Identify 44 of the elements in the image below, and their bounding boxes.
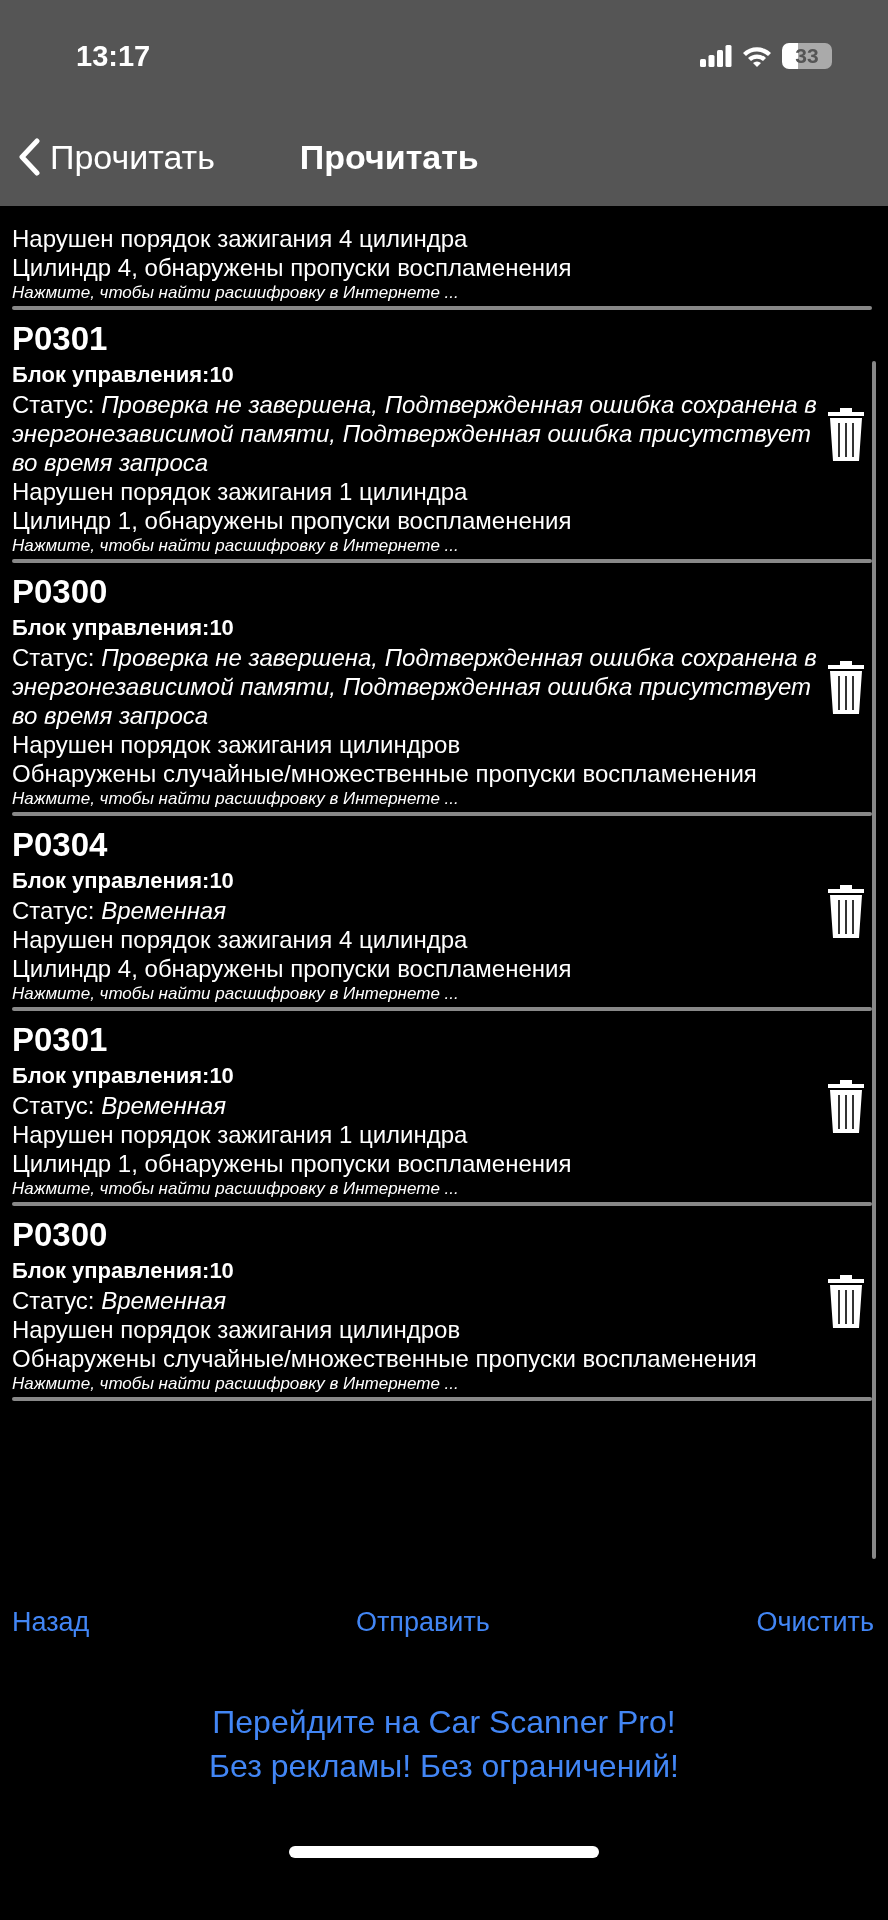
error-code: P0300 [12, 1215, 109, 1255]
error-description: Цилиндр 4, обнаружены пропуски воспламенения [12, 954, 573, 983]
status-time: 13:17 [76, 39, 151, 73]
error-description: Нарушен порядок зажигания 4 цилиндра [12, 925, 469, 954]
search-online-link[interactable]: Нажмите, чтобы найти расшифровку в Интернете ... [12, 535, 818, 557]
error-status: Статус: Временная [12, 1091, 228, 1120]
control-unit: Блок управления:10 [12, 361, 235, 389]
search-online-link[interactable]: Нажмите, чтобы найти расшифровку в Интернете ... [12, 1178, 818, 1200]
promo-link[interactable]: Перейдите на Car Scanner Pro! [212, 1700, 676, 1744]
error-code: P0301 [12, 319, 109, 359]
search-online-link[interactable]: Нажмите, чтобы найти расшифровку в Интернете ... [12, 1373, 818, 1395]
back-button[interactable]: Прочитать [18, 137, 215, 177]
action-button[interactable]: Отправить [355, 1607, 490, 1638]
error-description: Цилиндр 1, обнаружены пропуски воспламенения [12, 506, 573, 535]
error-description: Нарушен порядок зажигания цилиндров [12, 730, 462, 759]
error-code: P0304 [12, 825, 109, 865]
signal-icon [700, 45, 732, 67]
search-online-link[interactable]: Нажмите, чтобы найти расшифровку в Интернете ... [12, 788, 818, 810]
control-unit: Блок управления:10 [12, 1062, 235, 1090]
error-status: Статус: Проверка не завершена, Подтвержденная ошибка сохранена в энергонезависимой памяти, Подтвержденная ошибка присутствует во время запроса [12, 643, 818, 730]
error-description: Нарушен порядок зажигания 1 цилиндра [12, 477, 469, 506]
error-description: Нарушен порядок зажигания 4 цилиндра [12, 224, 469, 253]
search-online-link[interactable]: Нажмите, чтобы найти расшифровку в Интернете ... [12, 282, 818, 304]
error-description: Цилиндр 1, обнаружены пропуски воспламенения [12, 1149, 573, 1178]
screen-title: Прочитать [299, 137, 479, 177]
error-status: Статус: Проверка не завершена, Подтвержденная ошибка сохранена в энергонезависимой памяти, Подтвержденная ошибка присутствует во время запроса [12, 390, 818, 477]
error-description: Обнаружены случайные/множественные пропуски воспламенения [12, 1344, 758, 1373]
control-unit: Блок управления:10 [12, 1257, 235, 1285]
error-status: Статус: Временная [12, 1286, 228, 1315]
error-description: Цилиндр 4, обнаружены пропуски воспламенения [12, 253, 573, 282]
promo-link[interactable]: Без рекламы! Без ограничений! [209, 1744, 679, 1788]
wifi-icon [742, 45, 772, 67]
action-button[interactable]: Очистить [756, 1607, 874, 1638]
error-status: Статус: Временная [12, 896, 228, 925]
error-code: P0300 [12, 572, 109, 612]
error-description: Обнаружены случайные/множественные пропуски воспламенения [12, 759, 758, 788]
error-code: P0301 [12, 1020, 109, 1060]
action-button[interactable]: Назад [12, 1607, 90, 1638]
error-description: Нарушен порядок зажигания 1 цилиндра [12, 1120, 469, 1149]
chevron-icon [18, 138, 40, 176]
control-unit: Блок управления:10 [12, 867, 235, 895]
error-description: Нарушен порядок зажигания цилиндров [12, 1315, 462, 1344]
search-online-link[interactable]: Нажмите, чтобы найти расшифровку в Интернете ... [12, 983, 818, 1005]
control-unit: Блок управления:10 [12, 614, 235, 642]
